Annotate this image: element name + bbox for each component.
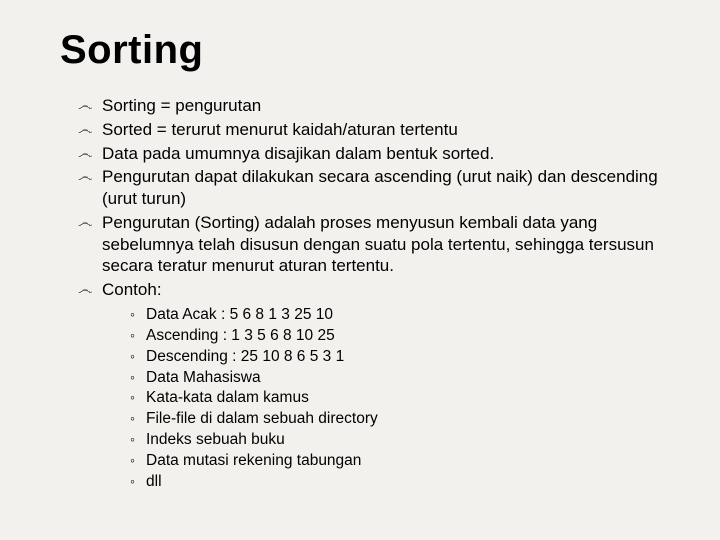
sub-list-item: Data mutasi rekening tabungan [130, 451, 670, 472]
slide: Sorting ෴Sorting = pengurutan ෴Sorted = … [0, 0, 720, 513]
list-item: ෴Contoh: [82, 279, 670, 301]
list-item: ෴Pengurutan dapat dilakukan secara ascen… [82, 166, 670, 210]
list-item-text: Contoh: [102, 280, 162, 299]
sub-list-item-text: Indeks sebuah buku [146, 431, 285, 448]
list-item-text: Data pada umumnya disajikan dalam bentuk… [102, 144, 494, 163]
swirl-bullet-icon: ෴ [78, 145, 92, 164]
list-item: ෴Pengurutan (Sorting) adalah proses meny… [82, 212, 670, 277]
list-item-text: Sorting = pengurutan [102, 96, 261, 115]
swirl-bullet-icon: ෴ [78, 121, 92, 140]
sub-list-item: Data Acak : 5 6 8 1 3 25 10 [130, 305, 670, 326]
list-item: ෴Sorted = terurut menurut kaidah/aturan … [82, 119, 670, 141]
list-item-text: Pengurutan (Sorting) adalah proses menyu… [102, 213, 654, 276]
swirl-bullet-icon: ෴ [78, 97, 92, 116]
sub-list-item-text: Data Acak : 5 6 8 1 3 25 10 [146, 306, 333, 323]
sub-list-item-text: Data Mahasiswa [146, 369, 261, 386]
sub-list-item: File-file di dalam sebuah directory [130, 409, 670, 430]
sub-list-item-text: Data mutasi rekening tabungan [146, 452, 361, 469]
swirl-bullet-icon: ෴ [78, 168, 92, 187]
sub-list-item: Kata-kata dalam kamus [130, 388, 670, 409]
sub-list-item-text: Ascending : 1 3 5 6 8 10 25 [146, 327, 335, 344]
sub-list-item: dll [130, 472, 670, 493]
sub-list-item: Indeks sebuah buku [130, 430, 670, 451]
sub-list-item-text: Kata-kata dalam kamus [146, 389, 309, 406]
page-title: Sorting [60, 28, 670, 73]
list-item: ෴Data pada umumnya disajikan dalam bentu… [82, 143, 670, 165]
sub-list-item: Data Mahasiswa [130, 368, 670, 389]
main-list: ෴Sorting = pengurutan ෴Sorted = terurut … [60, 95, 670, 301]
swirl-bullet-icon: ෴ [78, 281, 92, 300]
list-item: ෴Sorting = pengurutan [82, 95, 670, 117]
swirl-bullet-icon: ෴ [78, 214, 92, 233]
list-item-text: Pengurutan dapat dilakukan secara ascend… [102, 167, 658, 208]
list-item-text: Sorted = terurut menurut kaidah/aturan t… [102, 120, 458, 139]
sub-list-item-text: Descending : 25 10 8 6 5 3 1 [146, 348, 344, 365]
sub-list-item: Descending : 25 10 8 6 5 3 1 [130, 347, 670, 368]
sub-list-item-text: File-file di dalam sebuah directory [146, 410, 378, 427]
sub-list-item: Ascending : 1 3 5 6 8 10 25 [130, 326, 670, 347]
sub-list: Data Acak : 5 6 8 1 3 25 10 Ascending : … [60, 305, 670, 493]
sub-list-item-text: dll [146, 473, 162, 490]
